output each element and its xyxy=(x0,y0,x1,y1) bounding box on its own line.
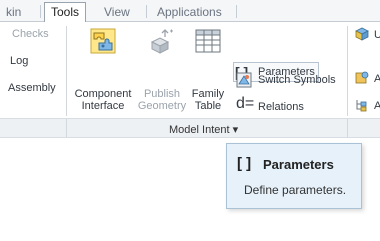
right-item-1[interactable]: U xyxy=(352,24,380,44)
tooltip-title: Parameters xyxy=(263,157,334,172)
right-item-3[interactable]: A xyxy=(352,96,380,116)
checks-button[interactable]: Checks xyxy=(12,28,49,40)
group-label-bar: Model Intent ▾ xyxy=(0,118,380,138)
publish-geometry-label-1: Publish xyxy=(143,88,181,100)
group-separator xyxy=(347,26,348,116)
publish-geometry-icon xyxy=(150,29,173,54)
component-interface-label-1: Component xyxy=(74,88,132,100)
tree-icon xyxy=(356,100,367,112)
switch-symbols-label: Switch Symbols xyxy=(258,74,336,86)
tab-separator xyxy=(236,5,237,18)
log-button[interactable]: Log xyxy=(10,55,28,67)
right-item-2-label: A xyxy=(374,73,380,85)
switch-symbols-button[interactable]: Switch Symbols xyxy=(235,70,345,88)
family-table-label-2: Table xyxy=(194,100,222,112)
assembly-button[interactable]: Assembly xyxy=(8,82,56,94)
component-interface-label-2: Interface xyxy=(81,100,125,112)
tab-separator xyxy=(146,5,147,18)
right-item-1-label: U xyxy=(374,29,380,41)
cube-icon xyxy=(355,27,369,41)
tab-tools[interactable]: Tools xyxy=(44,2,87,23)
parameters-tooltip: [ ] Parameters Define parameters. xyxy=(226,143,362,209)
publish-geometry-button[interactable]: Publish Geometry xyxy=(136,24,188,114)
tooltip-brackets-icon: [ ] xyxy=(237,155,252,172)
tab-separator xyxy=(40,5,41,18)
family-table-button[interactable]: Family Table xyxy=(188,24,228,114)
relations-icon: d= xyxy=(236,95,255,112)
component-interface-button[interactable]: Component Interface xyxy=(70,24,136,114)
assembly-icon xyxy=(355,71,369,84)
component-interface-icon xyxy=(90,28,116,54)
publish-geometry-label-2: Geometry xyxy=(137,100,187,112)
tab-applications[interactable]: Applications xyxy=(157,4,222,22)
relations-button[interactable]: d= Relations xyxy=(235,95,345,116)
switch-symbols-icon xyxy=(236,72,252,88)
model-intent-group-label[interactable]: Model Intent ▾ xyxy=(169,123,238,136)
group-separator xyxy=(66,119,67,137)
tab-view[interactable]: View xyxy=(104,4,130,22)
table-icon xyxy=(195,29,221,53)
tooltip-description: Define parameters. xyxy=(244,183,347,197)
ribbon-tab-bar: kin Tools View Applications xyxy=(0,0,380,23)
tab-skin[interactable]: kin xyxy=(6,4,21,22)
right-item-2[interactable]: A xyxy=(352,70,380,90)
right-item-3-label: A xyxy=(374,100,380,112)
ribbon-panel: Checks Log Assembly Component Interface … xyxy=(0,22,380,118)
relations-label: Relations xyxy=(258,101,304,113)
family-table-label-1: Family xyxy=(191,88,225,100)
group-separator xyxy=(66,26,67,116)
group-separator xyxy=(347,119,348,137)
